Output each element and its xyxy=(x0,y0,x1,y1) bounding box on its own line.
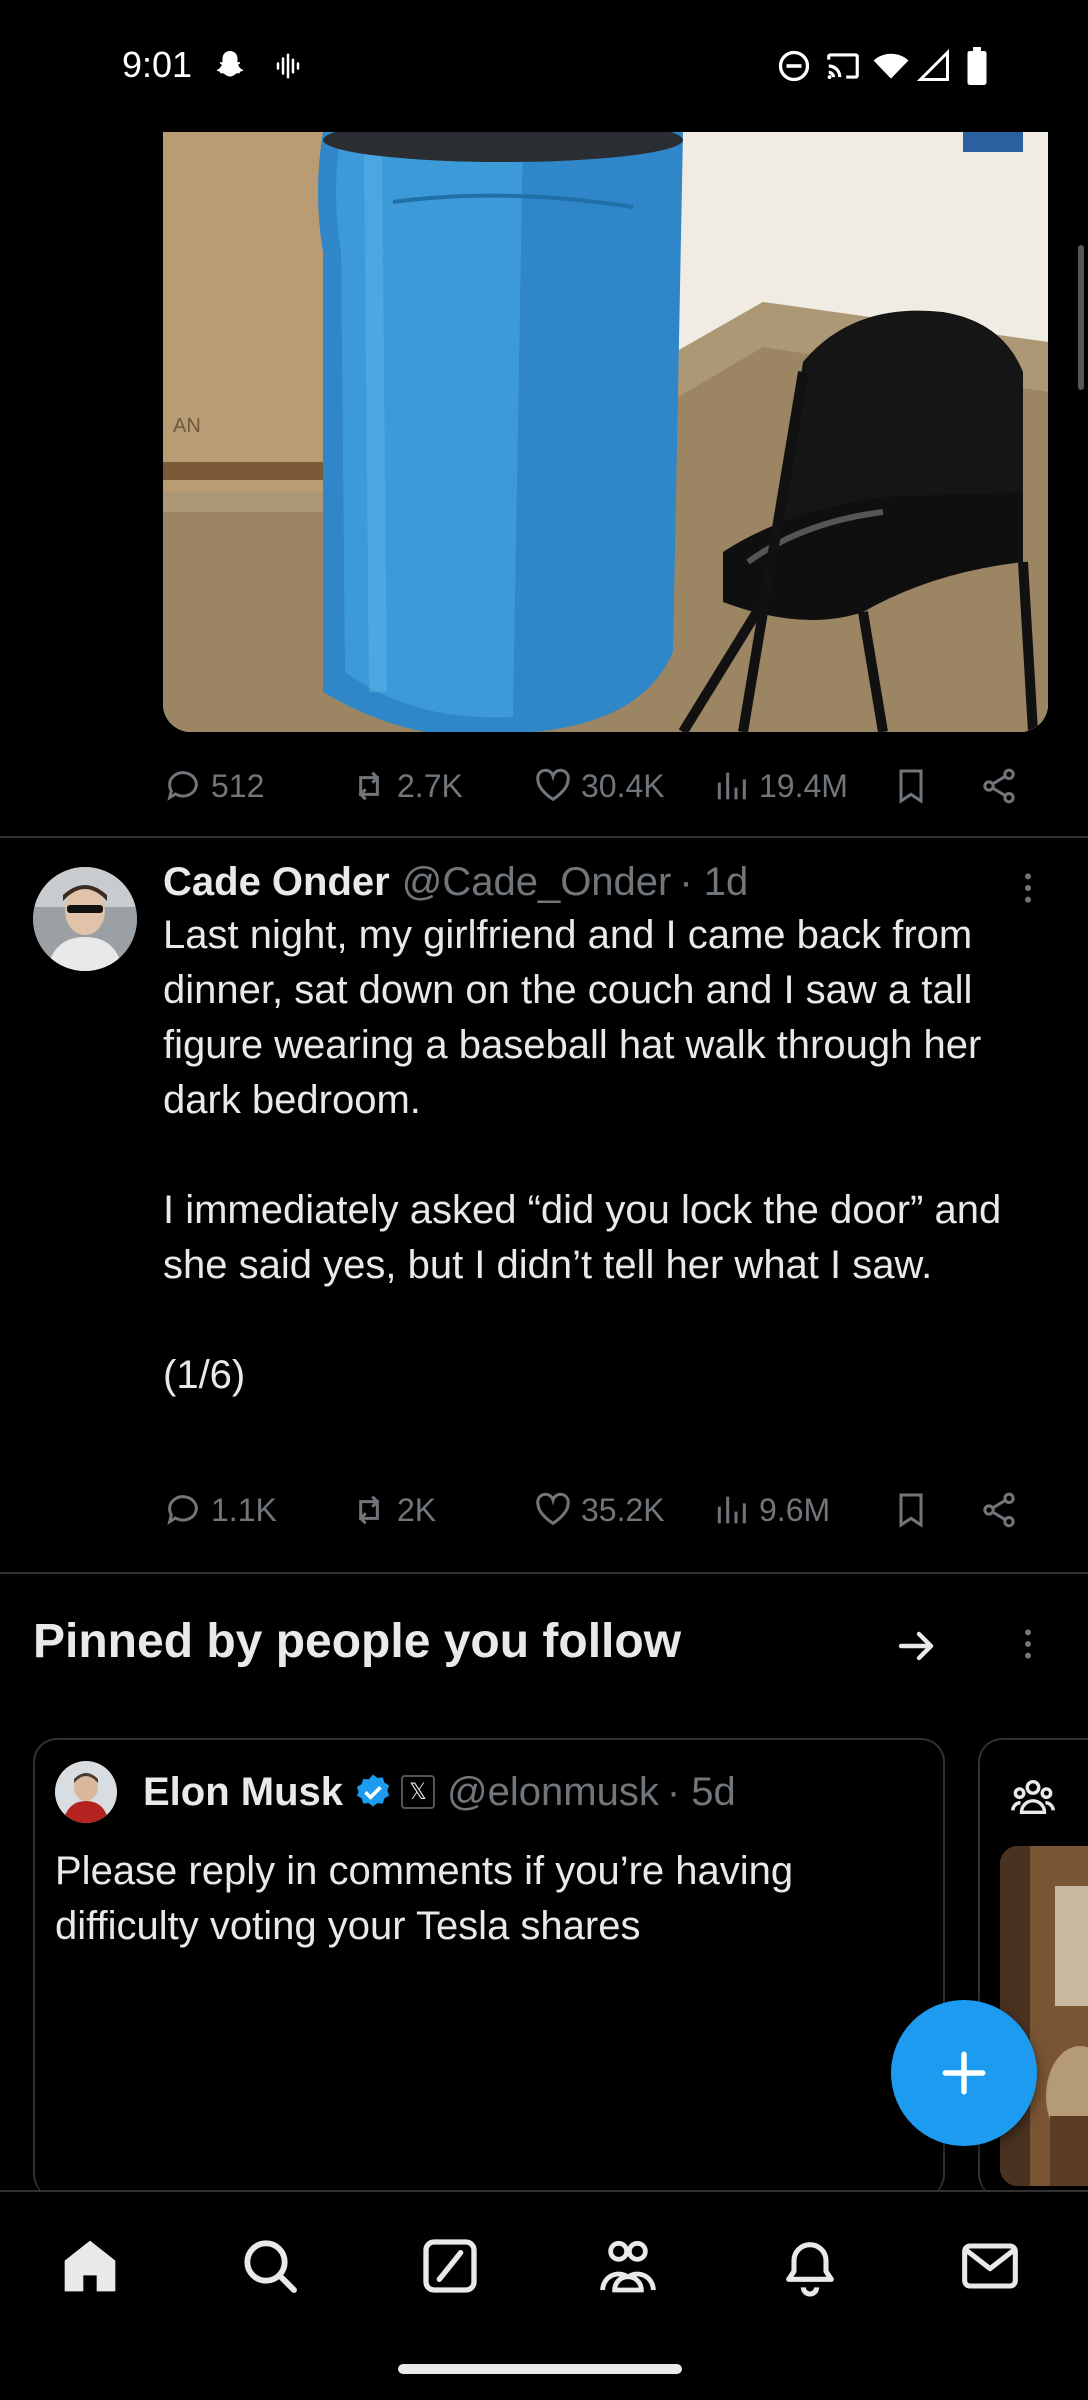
tweet-media-photo[interactable]: AN xyxy=(163,132,1048,732)
avatar[interactable] xyxy=(55,1761,117,1823)
heart-icon xyxy=(536,768,570,802)
share-button[interactable] xyxy=(979,1482,1027,1538)
bookmark-button[interactable] xyxy=(891,1482,939,1538)
like-count: 30.4K xyxy=(581,767,665,804)
compose-button[interactable] xyxy=(891,2000,1037,2146)
tweet-text[interactable]: Last night, my girlfriend and I came bac… xyxy=(163,908,1063,1403)
share-icon xyxy=(983,768,1015,804)
voice-icon xyxy=(270,46,306,86)
tweet-paragraph: (1/6) xyxy=(163,1353,246,1397)
views-count: 9.6M xyxy=(759,1491,831,1528)
reply-count: 512 xyxy=(211,767,265,804)
search-icon[interactable] xyxy=(238,2234,302,2298)
views-button[interactable]: 19.4M xyxy=(711,758,848,814)
tweet-paragraph: Last night, my girlfriend and I came bac… xyxy=(163,913,982,1122)
scrollbar[interactable] xyxy=(1078,245,1084,390)
divider xyxy=(0,1572,1088,1574)
reply-count: 1.1K xyxy=(211,1491,277,1528)
home-indicator[interactable] xyxy=(398,2364,682,2374)
pinned-section-title: Pinned by people you follow xyxy=(33,1615,682,1668)
tweet-paragraph: I immediately asked “did you lock the do… xyxy=(163,1188,1002,1287)
author-handle[interactable]: @Cade_Onder xyxy=(402,860,672,905)
home-icon[interactable] xyxy=(58,2234,122,2298)
do-not-disturb-icon xyxy=(774,46,814,86)
wifi-icon xyxy=(870,46,912,86)
views-icon xyxy=(717,1496,746,1524)
reply-icon xyxy=(167,1495,198,1525)
post-time: · 5d xyxy=(666,1769,736,1814)
top-post-actions: 512 2.7K 30.4K 19.4M xyxy=(163,758,1043,814)
share-icon xyxy=(983,1492,1015,1528)
arrow-right-icon[interactable] xyxy=(893,1622,941,1670)
pinned-post-card[interactable]: Elon Musk 𝕏 @elonmusk · 5d Please reply … xyxy=(33,1738,945,2198)
tweet-actions: 1.1K 2K 35.2K 9.6M xyxy=(163,1482,1043,1538)
snapchat-icon xyxy=(210,46,250,86)
reply-button[interactable]: 512 xyxy=(163,758,264,814)
views-icon xyxy=(717,772,746,800)
messages-icon[interactable] xyxy=(958,2234,1022,2298)
repost-count: 2K xyxy=(397,1491,437,1528)
pinned-post-text: Please reply in comments if you’re havin… xyxy=(55,1849,794,1948)
cast-icon xyxy=(822,46,864,86)
author-name[interactable]: Elon Musk xyxy=(143,1770,343,1815)
more-options-icon[interactable] xyxy=(1008,868,1048,908)
like-count: 35.2K xyxy=(581,1491,665,1528)
tweet-header: Cade Onder @Cade_Onder · 1d xyxy=(163,856,748,908)
bookmark-icon xyxy=(899,769,923,804)
x-affiliate-badge-icon: 𝕏 xyxy=(401,1775,436,1809)
more-options-icon[interactable] xyxy=(1008,1624,1048,1664)
heart-icon xyxy=(536,1492,570,1526)
author-handle[interactable]: @elonmusk xyxy=(447,1770,659,1815)
pinned-post-header: Elon Musk 𝕏 @elonmusk · 5d xyxy=(143,1766,736,1818)
battery-icon xyxy=(964,46,990,86)
divider xyxy=(0,836,1088,838)
plus-icon xyxy=(942,2051,986,2095)
communities-icon xyxy=(1010,1774,1056,1820)
author-name[interactable]: Cade Onder xyxy=(163,860,390,905)
repost-count: 2.7K xyxy=(397,767,463,804)
repost-icon xyxy=(358,771,380,801)
repost-button[interactable]: 2K xyxy=(349,1482,436,1538)
bookmark-button[interactable] xyxy=(891,758,939,814)
post-media-photo[interactable] xyxy=(1000,1846,1088,2186)
tweet-time: · 1d xyxy=(679,859,749,904)
notifications-icon[interactable] xyxy=(778,2234,842,2298)
views-count: 19.4M xyxy=(759,767,848,804)
reply-button[interactable]: 1.1K xyxy=(163,1482,277,1538)
communities-icon[interactable] xyxy=(596,2234,660,2298)
reply-icon xyxy=(167,771,198,801)
signal-icon xyxy=(914,46,954,86)
grok-icon[interactable] xyxy=(418,2234,482,2298)
like-button[interactable]: 35.2K xyxy=(533,1482,665,1538)
share-button[interactable] xyxy=(979,758,1027,814)
views-button[interactable]: 9.6M xyxy=(711,1482,830,1538)
repost-button[interactable]: 2.7K xyxy=(349,758,463,814)
repost-icon xyxy=(358,1495,380,1525)
avatar[interactable] xyxy=(33,867,137,971)
status-bar: 9:01 xyxy=(0,0,1088,132)
verified-badge-icon xyxy=(356,1774,390,1807)
svg-text:AN: AN xyxy=(173,415,201,437)
like-button[interactable]: 30.4K xyxy=(533,758,665,814)
status-time: 9:01 xyxy=(122,44,193,85)
bookmark-icon xyxy=(899,1493,923,1528)
